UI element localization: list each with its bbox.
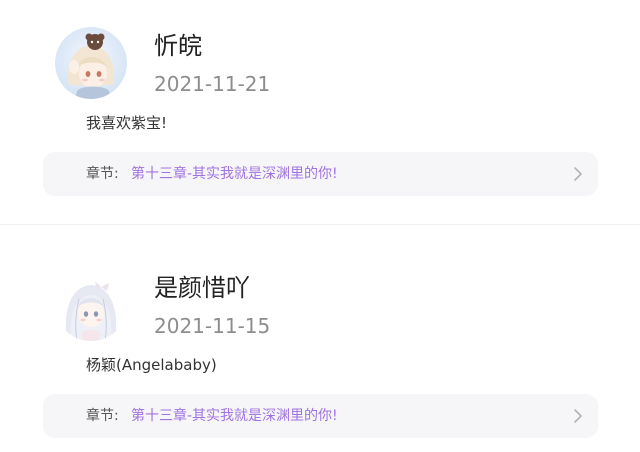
chevron-right-icon: [574, 167, 582, 181]
username[interactable]: 忻皖: [154, 30, 202, 62]
divider: [0, 224, 640, 225]
comment-text: 杨颖(Angelababy): [86, 356, 217, 374]
chevron-right-icon: [574, 409, 582, 423]
comment-text: 我喜欢紫宝!: [86, 114, 168, 132]
avatar[interactable]: [55, 27, 127, 99]
chapter-title: 第十三章-其实我就是深渊里的你!: [131, 408, 338, 424]
chapter-link[interactable]: 章节: 第十三章-其实我就是深渊里的你!: [43, 152, 598, 196]
username[interactable]: 是颜惜吖: [154, 272, 250, 304]
chapter-title: 第十三章-其实我就是深渊里的你!: [131, 166, 338, 182]
comment-date: 2021-11-15: [154, 314, 271, 338]
chapter-label: 章节:: [86, 408, 119, 424]
comment-date: 2021-11-21: [154, 72, 271, 96]
chapter-label: 章节:: [86, 166, 119, 182]
avatar[interactable]: [55, 269, 127, 341]
chapter-link[interactable]: 章节: 第十三章-其实我就是深渊里的你!: [43, 394, 598, 438]
